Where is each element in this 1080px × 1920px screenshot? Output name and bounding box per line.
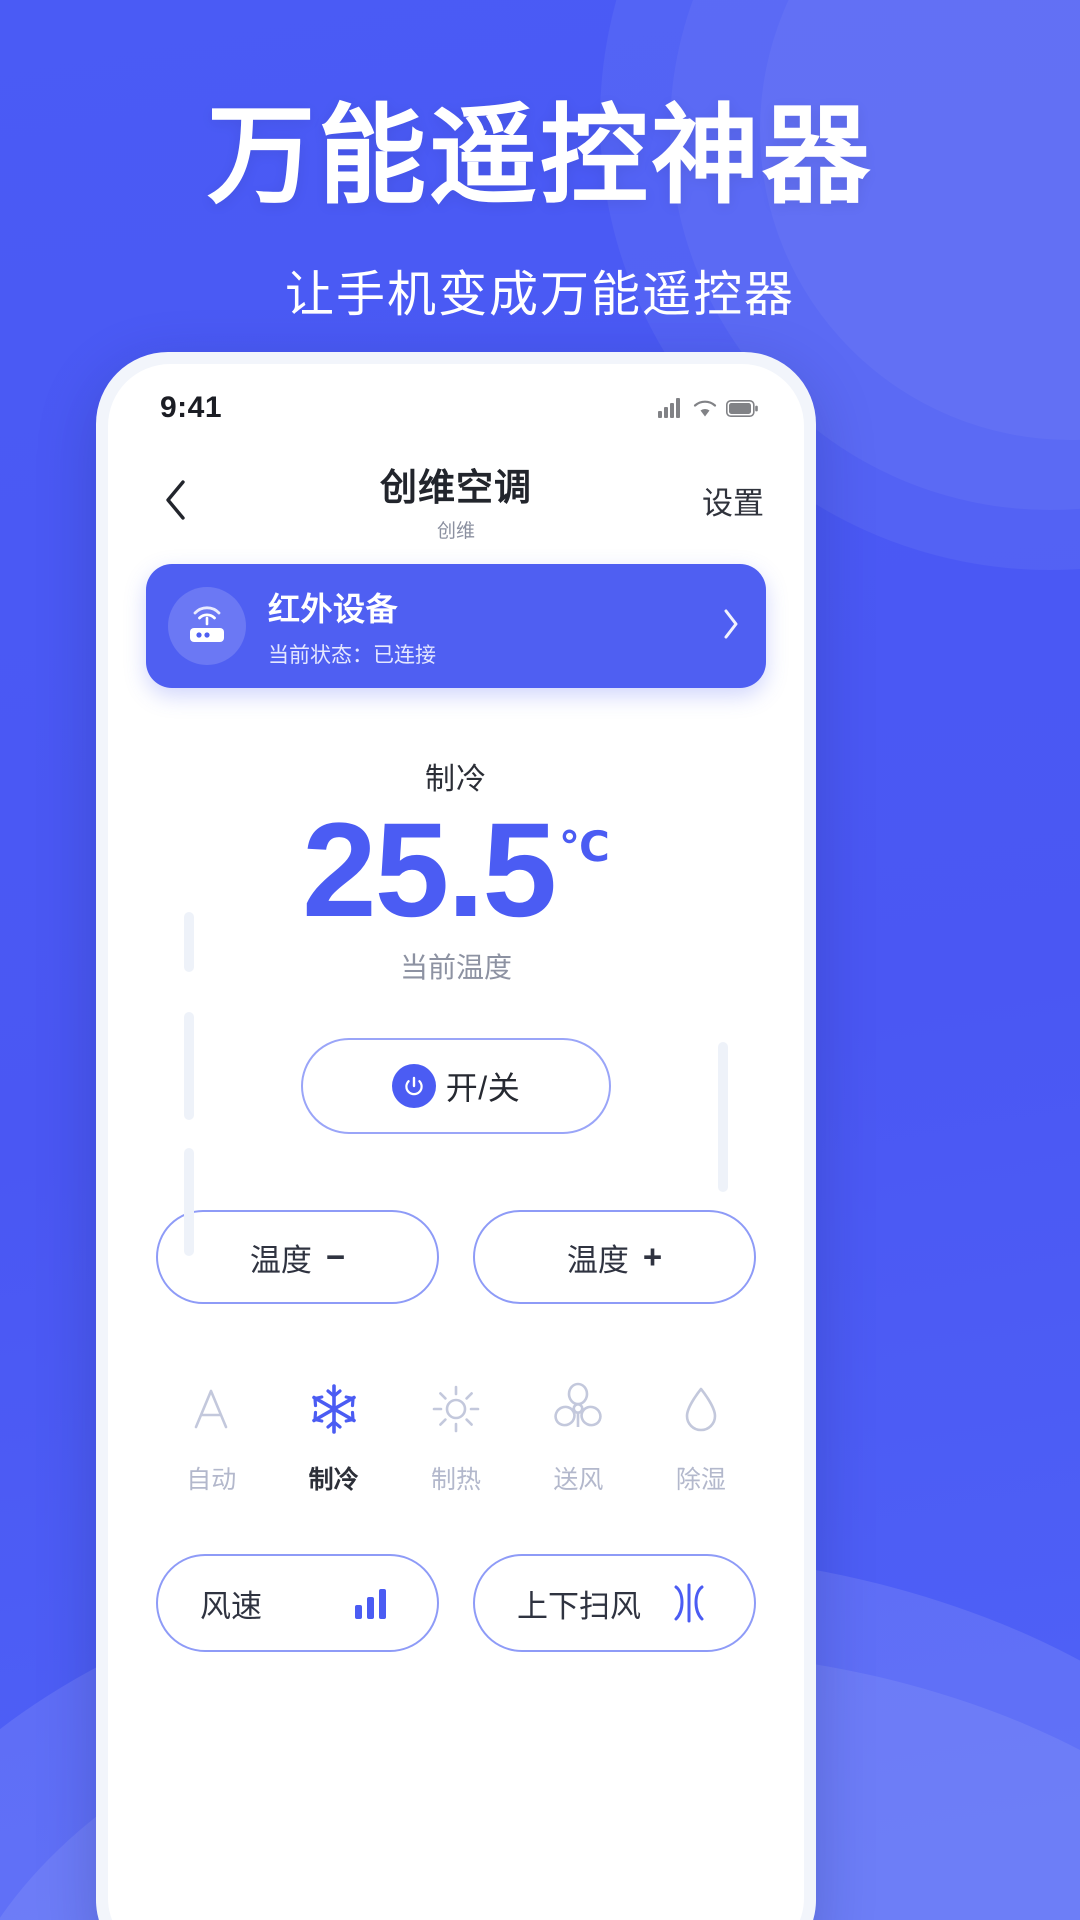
mode-label-fan: 送风 [553, 1466, 604, 1495]
page-subtitle: 创维 [436, 521, 475, 542]
mode-item-heat[interactable]: 制热 [395, 1378, 517, 1496]
temperature-up-button[interactable]: 温度 + [473, 1210, 756, 1305]
water-drop-icon [675, 1378, 727, 1440]
phone-volume-down-button[interactable] [184, 1148, 194, 1256]
settings-button[interactable]: 设置 [702, 478, 764, 523]
minus-icon: − [325, 1238, 346, 1276]
swing-updown-icon [674, 1583, 704, 1623]
ir-card-text: 红外设备 当前状态：已连接 [268, 584, 722, 669]
mode-item-dry[interactable]: 除湿 [640, 1378, 762, 1496]
promo-headline: 万能遥控神器 [206, 95, 873, 216]
power-button-row: 开/关 [108, 1038, 804, 1135]
nav-bar: 创维空调 创维 设置 [108, 452, 804, 548]
fan-speed-label: 风速 [200, 1588, 262, 1624]
status-bar: 9:41 [108, 364, 804, 452]
chevron-left-icon [166, 480, 185, 520]
phone-mockup: 9:41 创维空调 创维 设置 红外设备 当前状态：已连接 制冷 25.5 ℃ … [96, 352, 816, 1920]
plus-icon: + [642, 1238, 663, 1276]
fan-speed-button[interactable]: 风速 [156, 1554, 439, 1653]
temperature-value: 25.5 [302, 796, 557, 945]
fan-blades-icon [549, 1378, 607, 1440]
wifi-icon [693, 400, 717, 416]
mode-label-heat: 制热 [431, 1466, 482, 1495]
power-toggle-button[interactable]: 开/关 [301, 1038, 611, 1135]
status-time: 9:41 [160, 391, 223, 424]
mode-label-auto: 自动 [186, 1466, 237, 1495]
power-button-label: 开/关 [445, 1070, 521, 1107]
mode-item-cool[interactable]: 制冷 [272, 1378, 394, 1496]
temperature-down-button[interactable]: 温度 − [156, 1210, 439, 1305]
battery-icon [726, 399, 758, 417]
temp-up-label: 温度 [566, 1242, 629, 1278]
nav-title-group: 创维空调 创维 [108, 457, 804, 543]
temperature-buttons-row: 温度 − 温度 + [108, 1210, 804, 1305]
mode-item-fan[interactable]: 送风 [517, 1378, 639, 1496]
back-button[interactable] [148, 472, 204, 528]
chevron-right-icon [722, 608, 740, 645]
auto-a-icon [183, 1378, 239, 1440]
page-title: 创维空调 [380, 467, 532, 508]
mode-selector-row: 自动 制冷 制热 送风 除湿 [108, 1378, 804, 1496]
signal-icon [658, 398, 680, 418]
temp-down-label: 温度 [249, 1242, 312, 1278]
swing-label: 上下扫风 [517, 1588, 641, 1624]
snowflake-icon [305, 1378, 363, 1440]
ir-card-container: 红外设备 当前状态：已连接 [108, 548, 804, 688]
ir-device-title: 红外设备 [268, 590, 399, 627]
temperature-unit: ℃ [558, 823, 610, 870]
current-mode-label: 制冷 [425, 763, 487, 796]
power-icon [391, 1064, 436, 1109]
mode-label-cool: 制冷 [308, 1466, 359, 1495]
temperature-value-group: 25.5 ℃ [108, 796, 804, 945]
temperature-caption: 当前温度 [399, 952, 512, 984]
ir-device-status: 当前状态：已连接 [268, 643, 436, 667]
promo-text-block: 万能遥控神器 让手机变成万能遥控器 [0, 92, 1080, 326]
ir-device-card[interactable]: 红外设备 当前状态：已连接 [146, 564, 766, 688]
router-signal-icon [168, 587, 246, 665]
promo-subheadline: 让手机变成万能遥控器 [284, 268, 795, 323]
sun-icon [428, 1378, 484, 1440]
bars-level-icon [355, 1589, 386, 1620]
phone-power-button[interactable] [718, 1042, 728, 1192]
swing-button[interactable]: 上下扫风 [473, 1554, 756, 1653]
phone-volume-up-button[interactable] [184, 1012, 194, 1120]
mode-item-auto[interactable]: 自动 [150, 1378, 272, 1496]
phone-mute-button[interactable] [184, 912, 194, 972]
temperature-display: 制冷 25.5 ℃ 当前温度 [108, 754, 804, 986]
phone-screen: 9:41 创维空调 创维 设置 红外设备 当前状态：已连接 制冷 25.5 ℃ … [108, 364, 804, 1920]
bottom-buttons-row: 风速 上下扫风 [108, 1554, 804, 1653]
status-icons [658, 398, 758, 418]
mode-label-dry: 除湿 [675, 1466, 726, 1495]
